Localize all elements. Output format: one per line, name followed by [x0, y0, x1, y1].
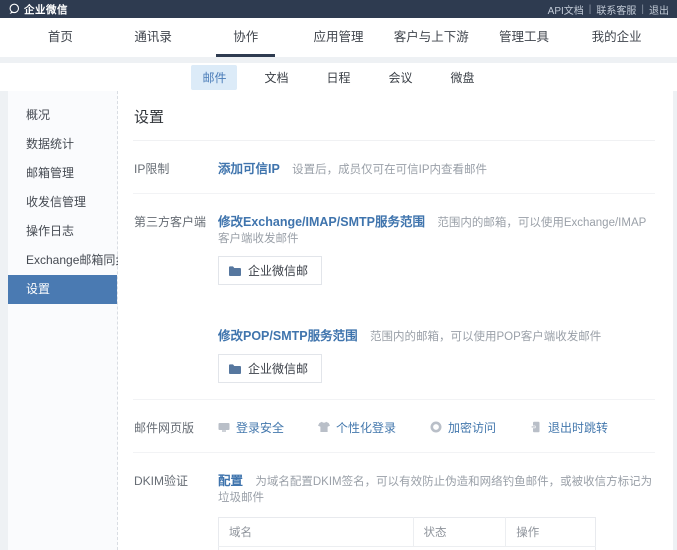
folder-icon [228, 363, 242, 375]
subtab-calendar[interactable]: 日程 [315, 65, 361, 90]
pop-scope-description: 范围内的邮箱，可以使用POP客户端收发邮件 [370, 331, 601, 343]
dkim-description: 为域名配置DKIM签名，可以有效防止伪造和网络钓鱼邮件，或被收信方标记为垃圾邮件 [218, 476, 652, 504]
nav-tab-home[interactable]: 首页 [14, 18, 107, 57]
column-header-status: 状态 [413, 518, 506, 547]
section-label: IP限制 [134, 158, 218, 177]
subtab-mail[interactable]: 邮件 [191, 65, 237, 90]
chat-bubble-icon [8, 3, 20, 15]
section-label: 邮件网页版 [134, 417, 218, 436]
divider: | [589, 4, 592, 15]
section-ip-restriction: IP限制 添加可信IP 设置后，成员仅可在可信IP内查看邮件 [133, 141, 655, 194]
pop-scope-label: 企业微信邮 [248, 360, 308, 377]
exchange-scope-chip[interactable]: 企业微信邮 [218, 256, 322, 285]
section-third-party-clients: 第三方客户端 修改Exchange/IMAP/SMTP服务范围 范围内的邮箱，可… [133, 194, 655, 400]
shirt-icon [318, 421, 330, 433]
table-row: 988666.club 已验证 查看配置 [219, 547, 596, 550]
main-nav: 首页 通讯录 协作 应用管理 客户与上下游 管理工具 我的企业 [0, 18, 677, 57]
top-bar: 企业微信 API文档 | 联系客服 | 退出 [0, 0, 677, 18]
section-label: 第三方客户端 [134, 211, 218, 383]
exit-icon [530, 421, 542, 433]
dkim-configure-link[interactable]: 配置 [218, 474, 243, 488]
subtab-drive[interactable]: 微盘 [440, 65, 486, 90]
main-panel: 设置 IP限制 添加可信IP 设置后，成员仅可在可信IP内查看邮件 第三方客户端… [118, 91, 673, 550]
app-logo: 企业微信 [8, 2, 68, 17]
app-title: 企业微信 [24, 2, 68, 17]
nav-tab-customers[interactable]: 客户与上下游 [385, 18, 478, 57]
nav-tab-apps[interactable]: 应用管理 [292, 18, 385, 57]
domain-cell: 988666.club [219, 547, 414, 550]
sub-nav: 邮件 文档 日程 会议 微盘 [0, 63, 677, 91]
exchange-scope-row: 修改Exchange/IMAP/SMTP服务范围 范围内的邮箱，可以使用Exch… [218, 211, 655, 285]
pop-scope-chip[interactable]: 企业微信邮 [218, 354, 322, 383]
encrypted-access-link[interactable]: 加密访问 [430, 419, 496, 436]
dkim-domain-table: 域名 状态 操作 988666.club 已验证 查看配置 sjdhgfdk.c… [218, 517, 596, 550]
divider: | [641, 4, 644, 15]
content-area: 概况 数据统计 邮箱管理 收发信管理 操作日志 Exchange邮箱同步 设置 … [8, 91, 673, 550]
nav-tab-tools[interactable]: 管理工具 [478, 18, 571, 57]
pop-scope-row: 修改POP/SMTP服务范围 范围内的邮箱，可以使用POP客户端收发邮件 企业微… [218, 325, 655, 383]
section-dkim: DKIM验证 配置 为域名配置DKIM签名，可以有效防止伪造和网络钓鱼邮件，或被… [133, 453, 655, 550]
section-label: DKIM验证 [134, 470, 218, 550]
ip-restriction-description: 设置后，成员仅可在可信IP内查看邮件 [292, 164, 487, 176]
login-security-link[interactable]: 登录安全 [218, 419, 284, 436]
sidebar-item-exchange-sync[interactable]: Exchange邮箱同步 [8, 246, 117, 275]
nav-tab-contacts[interactable]: 通讯录 [107, 18, 200, 57]
column-header-action: 操作 [506, 518, 596, 547]
subtab-docs[interactable]: 文档 [253, 65, 299, 90]
api-docs-link[interactable]: API文档 [548, 2, 584, 17]
sidebar-item-mailbox-management[interactable]: 邮箱管理 [8, 159, 117, 188]
sidebar-item-overview[interactable]: 概况 [8, 101, 117, 130]
encrypt-icon [430, 421, 442, 433]
table-header-row: 域名 状态 操作 [219, 518, 596, 547]
page-title: 设置 [133, 104, 655, 141]
sidebar-item-settings[interactable]: 设置 [8, 275, 117, 304]
sidebar-item-statistics[interactable]: 数据统计 [8, 130, 117, 159]
exchange-scope-label: 企业微信邮 [248, 262, 308, 279]
contact-support-link[interactable]: 联系客服 [596, 2, 636, 17]
column-header-domain: 域名 [219, 518, 414, 547]
logout-link[interactable]: 退出 [649, 2, 669, 17]
topbar-links: API文档 | 联系客服 | 退出 [548, 2, 669, 17]
subtab-meeting[interactable]: 会议 [378, 65, 424, 90]
folder-icon [228, 265, 242, 277]
sidebar-item-send-receive[interactable]: 收发信管理 [8, 188, 117, 217]
section-webmail: 邮件网页版 登录安全 [133, 400, 655, 453]
add-trusted-ip-link[interactable]: 添加可信IP [218, 162, 280, 176]
monitor-icon [218, 421, 230, 433]
personalized-login-link[interactable]: 个性化登录 [318, 419, 396, 436]
modify-exchange-scope-link[interactable]: 修改Exchange/IMAP/SMTP服务范围 [218, 215, 425, 229]
nav-tab-my-company[interactable]: 我的企业 [570, 18, 663, 57]
modify-pop-scope-link[interactable]: 修改POP/SMTP服务范围 [218, 329, 358, 343]
sidebar: 概况 数据统计 邮箱管理 收发信管理 操作日志 Exchange邮箱同步 设置 [8, 91, 118, 550]
sidebar-item-operation-log[interactable]: 操作日志 [8, 217, 117, 246]
nav-tab-collaboration[interactable]: 协作 [199, 18, 292, 57]
logout-redirect-link[interactable]: 退出时跳转 [530, 419, 608, 436]
